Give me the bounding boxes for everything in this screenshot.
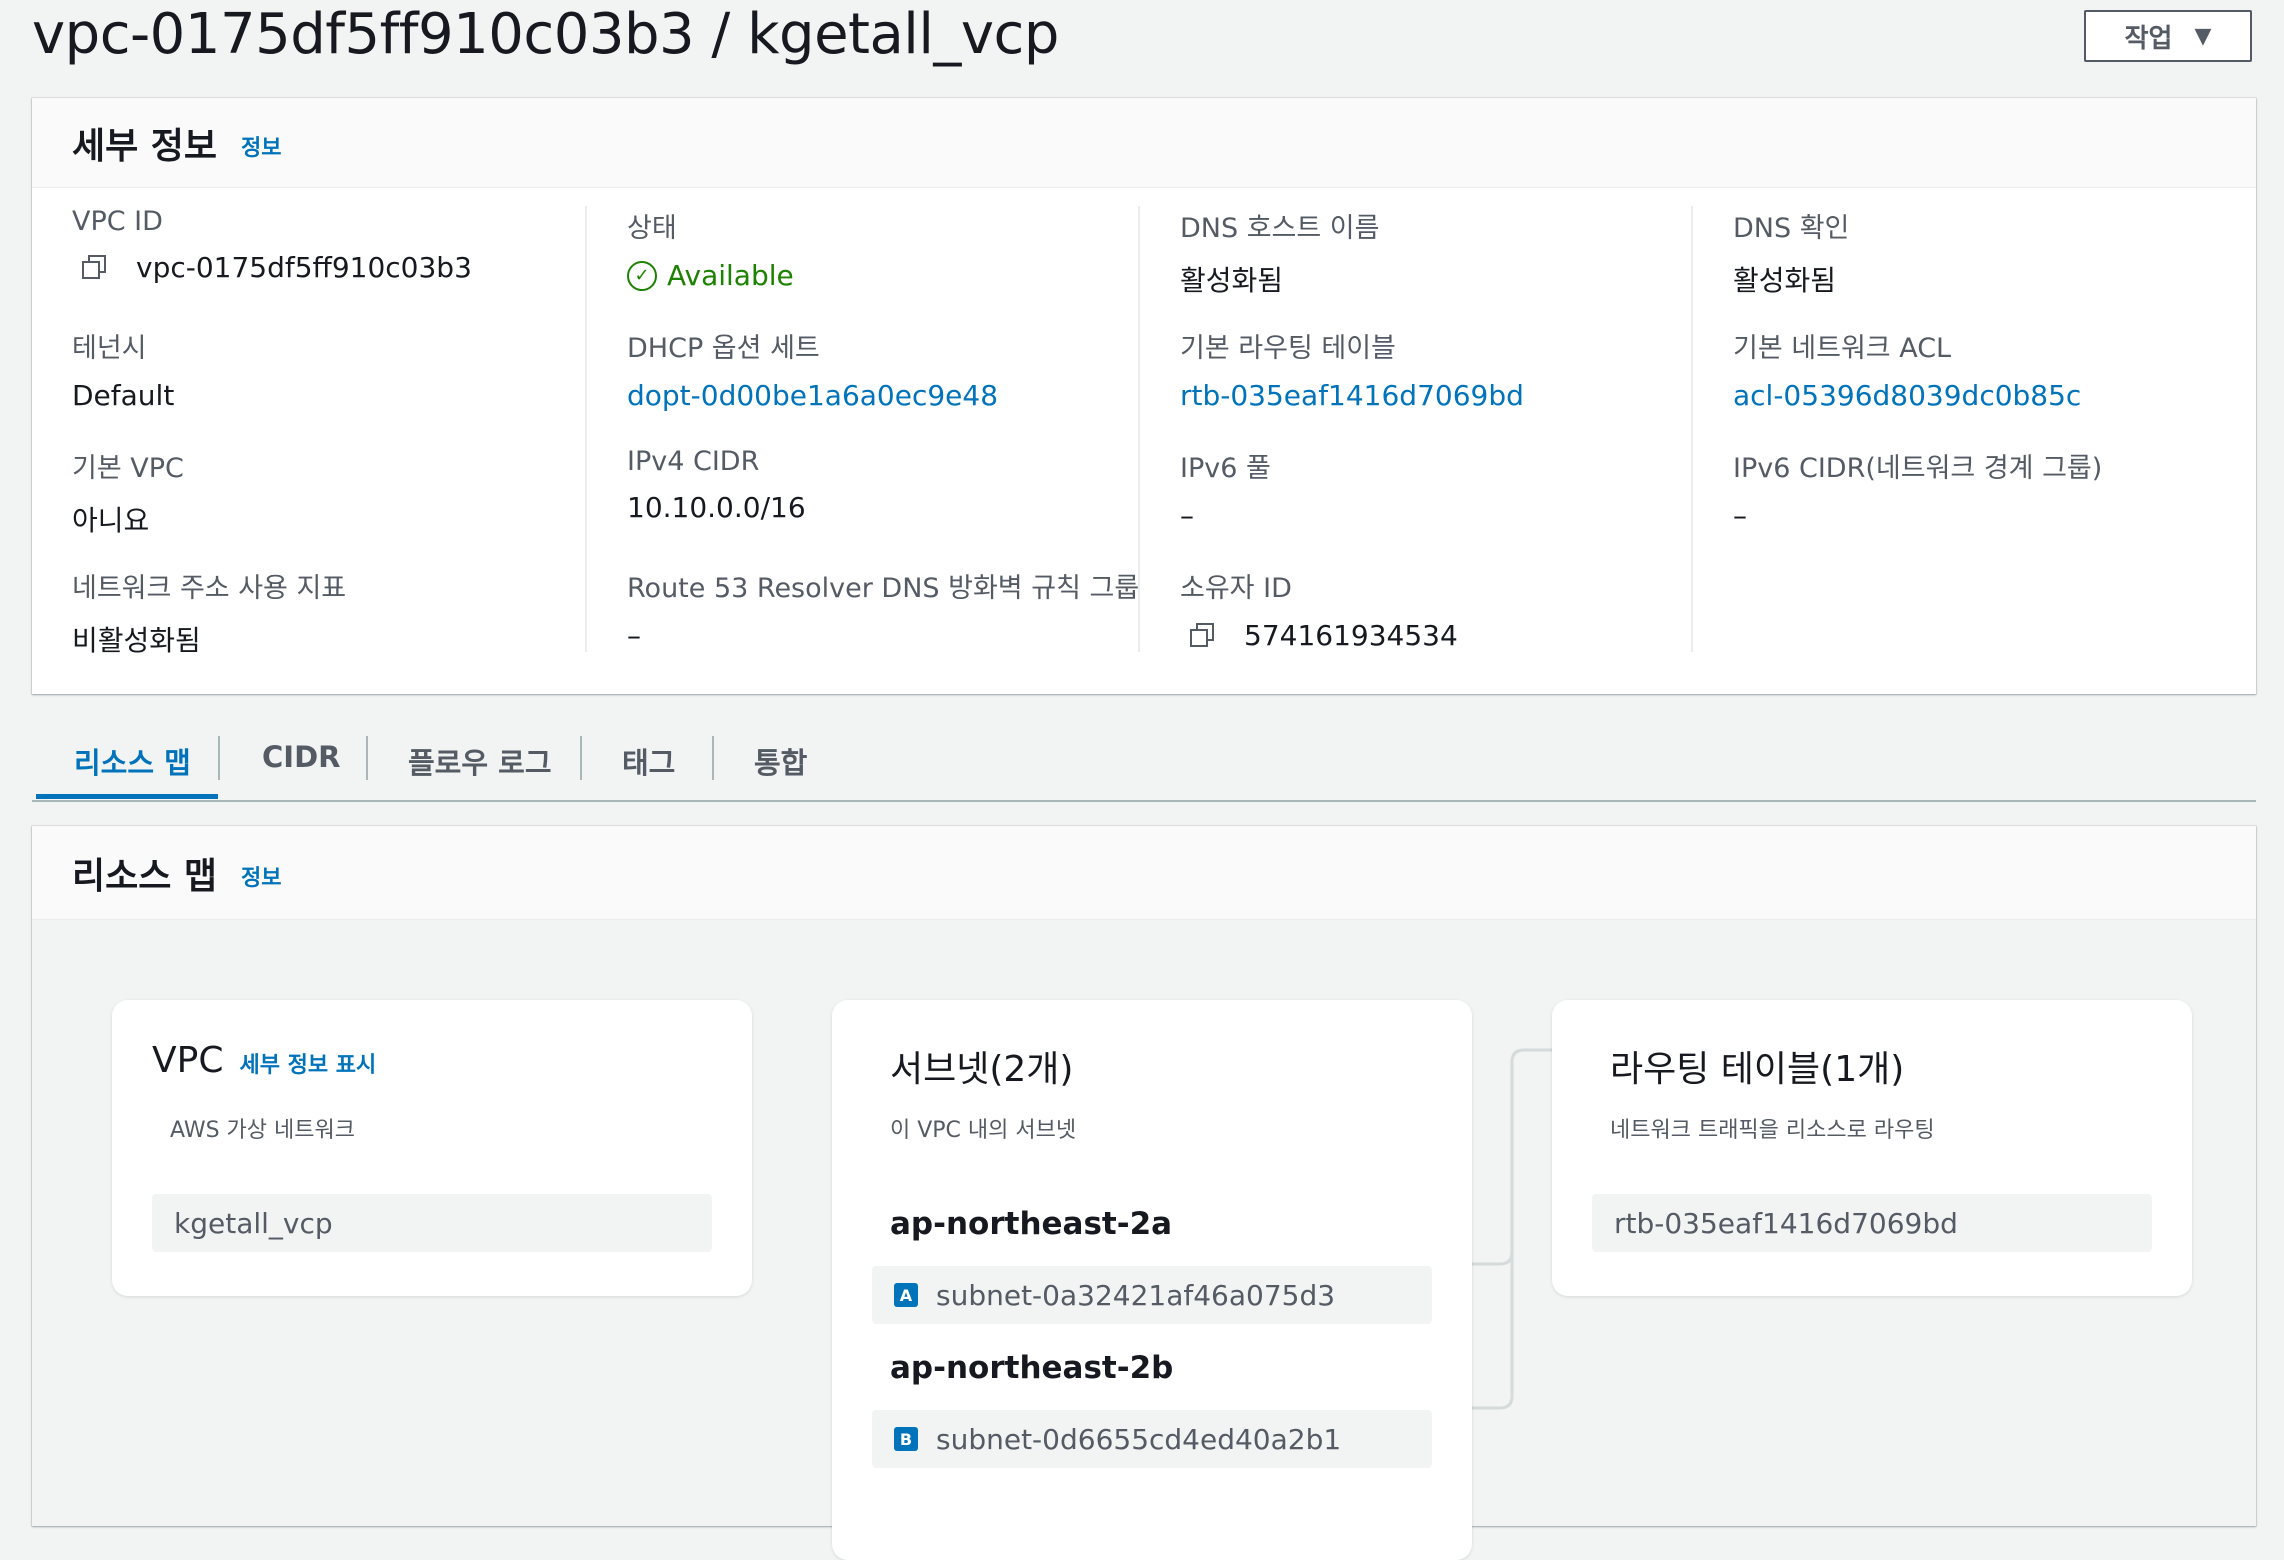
dns-hostnames-value: 활성화됨 (1180, 264, 1284, 297)
route53-label: Route 53 Resolver DNS 방화벽 규칙 그룹 (627, 573, 1140, 604)
subnets-card-subtitle: 이 VPC 내의 서브넷 (890, 1118, 1077, 1143)
state-label: 상태 (627, 213, 677, 244)
dropdown-caret-icon: ▼ (2194, 23, 2212, 49)
main-rtb-link[interactable]: rtb-035eaf1416d7069bd (1180, 379, 1524, 412)
route-tables-card-subtitle: 네트워크 트래픽을 리소스로 라우팅 (1610, 1118, 1935, 1143)
actions-button-label: 작업 (2124, 23, 2173, 54)
vpc-card-subtitle: AWS 가상 네트워크 (170, 1118, 355, 1143)
vpc-id-value: vpc-0175df5ff910c03b3 (72, 251, 472, 284)
route-table-item[interactable]: rtb-035eaf1416d7069bd (1592, 1194, 2152, 1252)
default-vpc-label: 기본 VPC (72, 453, 184, 484)
tenancy-label: 테넌시 (72, 333, 147, 364)
details-column-4: DNS 확인 활성화됨 기본 네트워크 ACL acl-05396d8039dc… (1691, 206, 2246, 652)
zone-a-badge-icon: A (894, 1283, 918, 1307)
tab-divider (218, 736, 220, 780)
net-addr-usage-label: 네트워크 주소 사용 지표 (72, 573, 347, 604)
owner-id-text: 574161934534 (1244, 619, 1458, 652)
dns-resolution-value: 활성화됨 (1733, 264, 1837, 297)
tab-divider (366, 736, 368, 780)
details-panel: 세부 정보 정보 VPC ID vpc-0175df5ff910c03b3 테넌… (32, 98, 2256, 694)
copy-icon[interactable] (80, 253, 110, 283)
copy-icon[interactable] (1188, 621, 1218, 651)
owner-id-label: 소유자 ID (1180, 573, 1292, 604)
resource-map-header: 리소스 맵 정보 (32, 826, 2256, 920)
tenancy-value: Default (72, 379, 175, 412)
resource-map-info-link[interactable]: 정보 (241, 860, 281, 892)
route53-value: – (627, 619, 641, 652)
net-addr-usage-value: 비활성화됨 (72, 624, 201, 657)
ipv6-cidr-label: IPv6 CIDR(네트워크 경계 그룹) (1733, 453, 2103, 484)
actions-dropdown-button[interactable]: 작업 ▼ (2084, 10, 2252, 62)
show-details-link[interactable]: 세부 정보 표시 (239, 1053, 376, 1078)
main-acl-label: 기본 네트워크 ACL (1733, 333, 1952, 364)
details-column-1: VPC ID vpc-0175df5ff910c03b3 테넌시 Default… (32, 206, 585, 657)
details-column-3: DNS 호스트 이름 활성화됨 기본 라우팅 테이블 rtb-035eaf141… (1138, 206, 1693, 652)
resource-map-panel: 리소스 맵 정보 VPC 세부 정보 표시 AWS 가상 네트워크 kgetall… (32, 826, 2256, 1560)
vpc-item[interactable]: kgetall_vcp (152, 1194, 712, 1252)
status-available-icon: ✓ (627, 260, 657, 291)
subnet-item-a[interactable]: A subnet-0a32421af46a075d3 (872, 1266, 1432, 1324)
dns-hostnames-label: DNS 호스트 이름 (1180, 213, 1380, 244)
subnet-item-b[interactable]: B subnet-0d6655cd4ed40a2b1 (872, 1410, 1432, 1468)
owner-id-value: 574161934534 (1180, 619, 1458, 652)
tab-cidr[interactable]: CIDR (262, 740, 340, 774)
tab-integrations[interactable]: 통합 (754, 740, 807, 782)
subnets-card-title: 서브넷(2개) (890, 1049, 1074, 1090)
details-column-2: 상태 ✓ Available DHCP 옵션 세트 dopt-0d00be1a6… (585, 206, 1140, 652)
subnets-card: 서브넷(2개) 이 VPC 내의 서브넷 ap-northeast-2a A s… (832, 1000, 1472, 1560)
vpc-card-title-text: VPC (152, 1040, 224, 1081)
resource-map-title: 리소스 맵 (72, 855, 218, 897)
tab-divider (712, 736, 714, 780)
tab-tags[interactable]: 태그 (622, 740, 675, 782)
tab-bar: 리소스 맵 CIDR 플로우 로그 태그 통합 (32, 720, 2256, 802)
subnet-a-id: subnet-0a32421af46a075d3 (936, 1278, 1336, 1312)
ipv6-cidr-value: – (1733, 499, 1747, 532)
state-value: ✓ Available (627, 259, 794, 292)
vpc-id-label: VPC ID (72, 206, 163, 237)
subnet-b-id: subnet-0d6655cd4ed40a2b1 (936, 1422, 1342, 1456)
details-header: 세부 정보 정보 (32, 98, 2256, 188)
ipv6-pool-label: IPv6 풀 (1180, 453, 1271, 484)
vpc-card: VPC 세부 정보 표시 AWS 가상 네트워크 kgetall_vcp (112, 1000, 752, 1296)
zone-b-badge-icon: B (894, 1427, 918, 1451)
availability-zone-a: ap-northeast-2a (890, 1206, 1173, 1242)
ipv4-cidr-value: 10.10.0.0/16 (627, 491, 806, 524)
main-rtb-label: 기본 라우팅 테이블 (1180, 333, 1396, 364)
dhcp-label: DHCP 옵션 세트 (627, 333, 820, 364)
ipv4-cidr-label: IPv4 CIDR (627, 446, 760, 477)
route-tables-card: 라우팅 테이블(1개) 네트워크 트래픽을 리소스로 라우팅 rtb-035ea… (1552, 1000, 2192, 1296)
tab-resource-map[interactable]: 리소스 맵 (74, 740, 191, 782)
tab-divider (580, 736, 582, 780)
active-tab-indicator (36, 794, 218, 799)
vpc-card-title: VPC 세부 정보 표시 (152, 1040, 376, 1081)
route-tables-card-title: 라우팅 테이블(1개) (1610, 1049, 1905, 1090)
dns-resolution-label: DNS 확인 (1733, 213, 1850, 244)
resource-map-canvas: VPC 세부 정보 표시 AWS 가상 네트워크 kgetall_vcp 서브넷(… (32, 920, 2256, 1560)
tab-flow-logs[interactable]: 플로우 로그 (408, 740, 552, 782)
default-vpc-value: 아니요 (72, 504, 150, 537)
details-info-link[interactable]: 정보 (241, 130, 281, 162)
vpc-id-text: vpc-0175df5ff910c03b3 (136, 251, 472, 284)
page-title: vpc-0175df5ff910c03b3 / kgetall_vcp (32, 2, 1059, 67)
dhcp-link[interactable]: dopt-0d00be1a6a0ec9e48 (627, 379, 998, 412)
state-text: Available (667, 259, 794, 292)
availability-zone-b: ap-northeast-2b (890, 1350, 1174, 1386)
ipv6-pool-value: – (1180, 499, 1194, 532)
details-title: 세부 정보 (72, 125, 218, 167)
main-acl-link[interactable]: acl-05396d8039dc0b85c (1733, 379, 2081, 412)
